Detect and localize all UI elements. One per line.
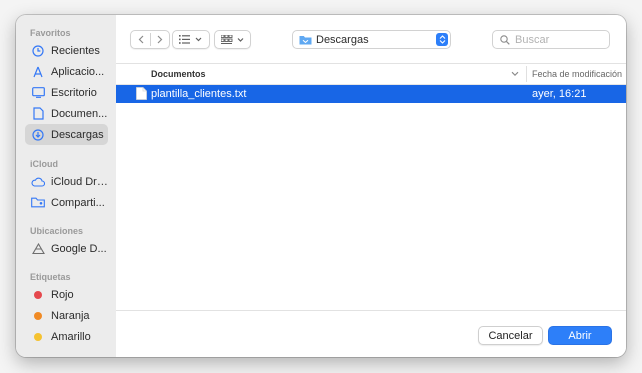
tag-dot-icon <box>31 330 45 344</box>
column-header-name[interactable]: Documentos <box>151 69 206 79</box>
sidebar-item-escritorio[interactable]: Escritorio <box>25 82 108 103</box>
desktop-icon <box>31 86 45 100</box>
sidebar-section-favorites: Favoritos <box>30 28 71 38</box>
sidebar-item-label: Amarillo <box>51 330 91 343</box>
search-placeholder: Buscar <box>515 33 550 46</box>
forward-button[interactable] <box>151 31 169 48</box>
text-file-icon <box>136 87 147 103</box>
applications-icon <box>31 65 45 79</box>
updown-chevron-icon <box>436 33 448 46</box>
download-icon <box>31 128 45 142</box>
open-file-dialog: Favoritos Recientes Aplicacio... Escrito… <box>16 15 626 357</box>
sidebar-item-label: iCloud Dri... <box>51 175 108 188</box>
sidebar-item-label: Rojo <box>51 288 74 301</box>
sidebar-item-documentos[interactable]: Documen... <box>25 103 108 124</box>
file-date: ayer, 16:21 <box>532 88 587 100</box>
sidebar-tag-amarillo[interactable]: Amarillo <box>25 326 108 347</box>
sidebar-item-label: Aplicacio... <box>51 65 105 78</box>
sidebar-item-label: Escritorio <box>51 86 97 99</box>
search-field[interactable]: Buscar <box>492 30 610 49</box>
sidebar-item-descargas[interactable]: Descargas <box>25 124 108 145</box>
cancel-button[interactable]: Cancelar <box>478 326 543 345</box>
sidebar-section-icloud: iCloud <box>30 159 58 169</box>
sidebar-item-label: Naranja <box>51 309 90 322</box>
file-name: plantilla_clientes.txt <box>151 88 247 100</box>
shared-folder-icon <box>31 196 45 210</box>
search-icon <box>500 34 510 45</box>
list-view-button[interactable] <box>172 30 210 49</box>
sidebar-tag-rojo[interactable]: Rojo <box>25 284 108 305</box>
grid-view-icon <box>220 34 243 44</box>
location-label: Descargas <box>316 33 369 46</box>
column-divider[interactable] <box>526 66 527 82</box>
sidebar-item-icloud-drive[interactable]: iCloud Dri... <box>25 171 108 192</box>
chevron-down-icon[interactable] <box>511 69 519 79</box>
toolbar: Descargas Buscar <box>116 15 626 64</box>
sidebar-item-label: Documen... <box>51 107 108 120</box>
sidebar-item-label: Descargas <box>51 128 104 141</box>
chevron-right-icon <box>157 35 162 44</box>
clock-icon <box>31 44 45 58</box>
location-popup[interactable]: Descargas <box>292 30 451 49</box>
sidebar-item-recientes[interactable]: Recientes <box>25 40 108 61</box>
document-icon <box>31 107 45 121</box>
tag-dot-icon <box>31 288 45 302</box>
folder-icon <box>299 35 312 45</box>
column-header: Documentos Fecha de modificación <box>116 64 626 85</box>
sidebar-section-ubicaciones: Ubicaciones <box>30 226 84 236</box>
grid-view-button[interactable] <box>214 30 251 49</box>
sidebar-item-label: Recientes <box>51 44 100 57</box>
column-header-date[interactable]: Fecha de modificación <box>532 69 622 79</box>
file-list: plantilla_clientes.txt ayer, 16:21 <box>116 85 626 310</box>
list-view-icon <box>179 35 202 44</box>
back-button[interactable] <box>132 31 150 48</box>
navigation-buttons <box>130 30 170 49</box>
dialog-footer: Cancelar Abrir <box>116 310 626 357</box>
sidebar-tag-naranja[interactable]: Naranja <box>25 305 108 326</box>
sidebar-section-etiquetas: Etiquetas <box>30 272 71 282</box>
sidebar-item-google-drive[interactable]: Google D... <box>25 238 108 259</box>
open-button[interactable]: Abrir <box>548 326 612 345</box>
chevron-left-icon <box>138 35 143 44</box>
tag-dot-icon <box>31 309 45 323</box>
sidebar-item-label: Comparti... <box>51 196 105 209</box>
sidebar-item-compartido[interactable]: Comparti... <box>25 192 108 213</box>
cloud-icon <box>31 175 45 189</box>
sidebar: Favoritos Recientes Aplicacio... Escrito… <box>16 15 117 357</box>
file-row[interactable]: plantilla_clientes.txt ayer, 16:21 <box>116 85 626 103</box>
sidebar-item-label: Google D... <box>51 242 107 255</box>
sidebar-item-aplicaciones[interactable]: Aplicacio... <box>25 61 108 82</box>
drive-icon <box>31 242 45 256</box>
